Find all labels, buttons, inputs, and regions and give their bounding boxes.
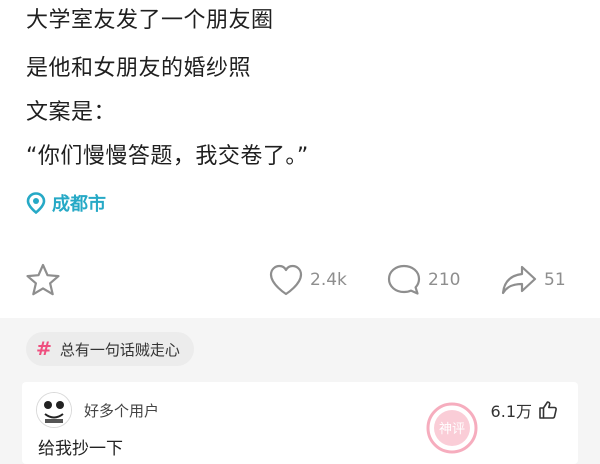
- topic-tag[interactable]: # 总有一句话贼走心: [26, 332, 194, 366]
- share-arrow-icon: [501, 265, 537, 295]
- comment-bubble-icon: [387, 264, 421, 295]
- post-actions-bar: 2.4k 210 51: [0, 258, 600, 302]
- stamp-label: 神评: [439, 422, 465, 437]
- comment-like-button[interactable]: 6.1万: [491, 398, 558, 422]
- star-icon: [26, 263, 60, 296]
- comment-user-name[interactable]: 好多个用户: [84, 400, 159, 421]
- comment-count: 210: [428, 270, 461, 290]
- favorite-button[interactable]: [24, 258, 62, 302]
- like-count: 2.4k: [310, 270, 347, 290]
- share-count: 51: [544, 270, 566, 290]
- post-text-line-1: 大学室友发了一个朋友圈: [26, 8, 274, 33]
- location-tag[interactable]: 成都市: [26, 189, 106, 217]
- comment-like-count: 6.1万: [490, 402, 532, 421]
- avatar[interactable]: [36, 392, 72, 428]
- post-text-line-3: 文案是：: [26, 100, 117, 125]
- heart-icon: [269, 264, 303, 296]
- location-pin-icon: [26, 192, 46, 214]
- comment-text: 给我抄一下: [38, 439, 123, 459]
- top-comment: 好多个用户 神评 6.1万 给我抄一下: [22, 382, 578, 464]
- like-button[interactable]: 2.4k: [268, 258, 347, 302]
- post-text-line-2: 是他和女朋友的婚纱照: [26, 56, 252, 81]
- location-label: 成都市: [52, 194, 106, 215]
- god-comment-stamp-icon: 神评: [426, 402, 478, 454]
- post-text-line-4: “你们慢慢答题，我交卷了。”: [26, 144, 309, 169]
- comment-button[interactable]: 210: [386, 258, 460, 302]
- thumbs-up-icon: [539, 401, 557, 419]
- hash-icon: #: [36, 338, 52, 360]
- topic-label: 总有一句话贼走心: [59, 340, 180, 359]
- post-card: 大学室友发了一个朋友圈 是他和女朋友的婚纱照 文案是： “你们慢慢答题，我交卷了…: [0, 0, 600, 318]
- share-button[interactable]: 51: [500, 258, 566, 302]
- avatar-meme-icon: [37, 393, 71, 427]
